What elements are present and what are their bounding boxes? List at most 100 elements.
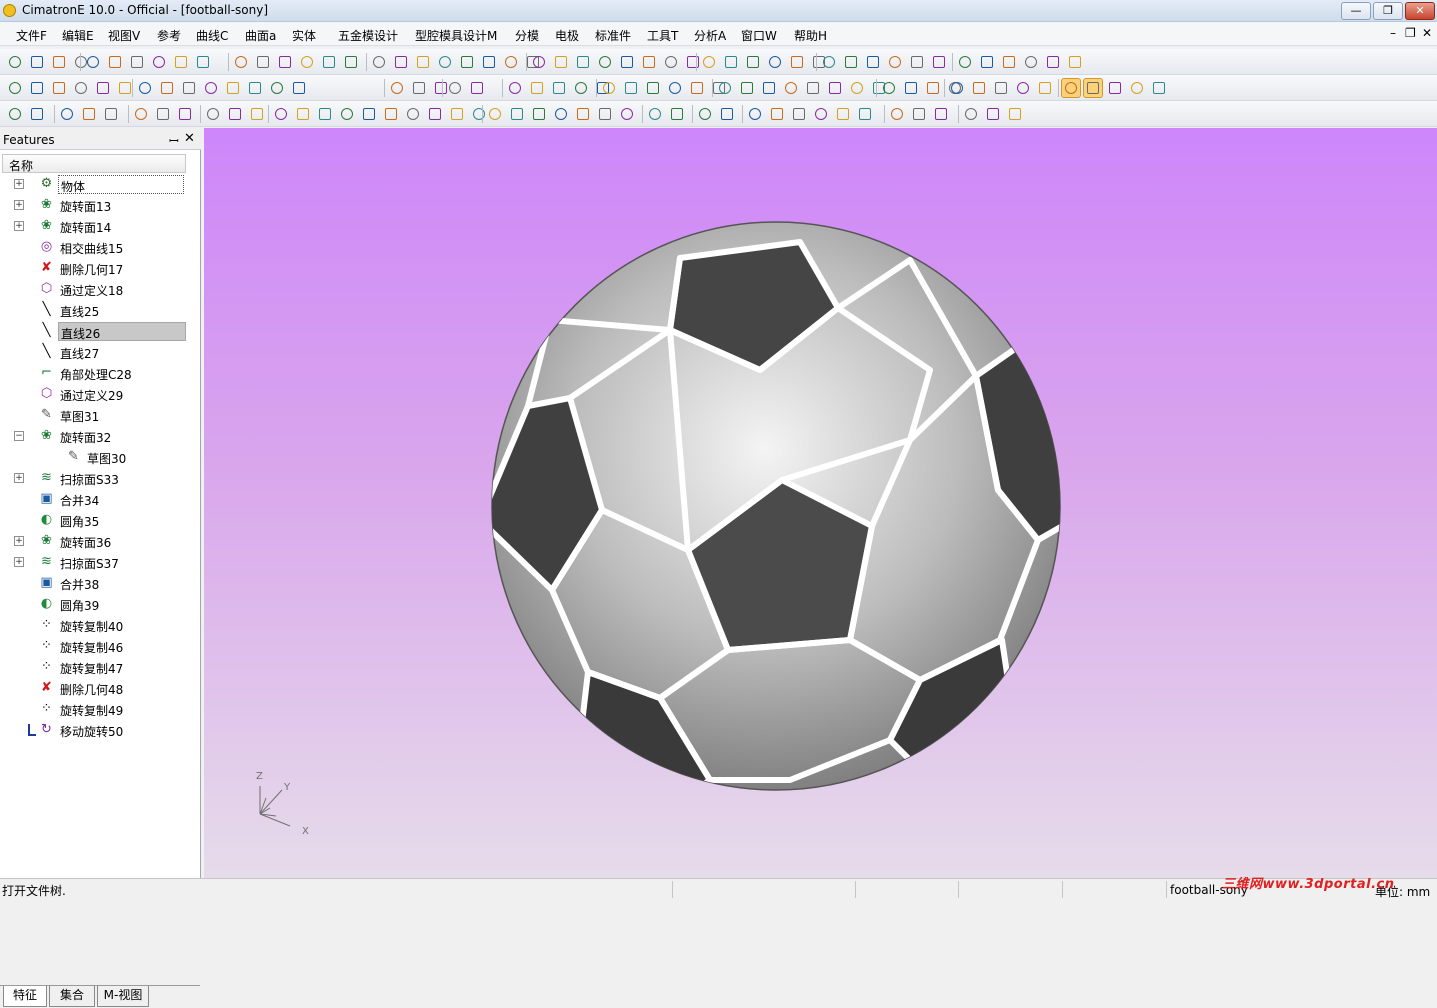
toolbar-tool-icon[interactable] bbox=[880, 79, 898, 97]
mdi-minimize-button[interactable]: – bbox=[1390, 26, 1396, 40]
toolbar-tool-icon[interactable] bbox=[782, 79, 800, 97]
toolbar-tool-icon[interactable] bbox=[902, 79, 920, 97]
toolbar-tool-icon[interactable] bbox=[246, 79, 264, 97]
toolbar-tool-icon[interactable] bbox=[746, 105, 764, 123]
menu-mold-design[interactable]: 型腔模具设计M bbox=[415, 27, 497, 44]
toolbar-tool-icon[interactable] bbox=[744, 53, 762, 71]
toolbar-tool-icon[interactable] bbox=[760, 79, 778, 97]
toolbar-tool-icon[interactable] bbox=[788, 53, 806, 71]
tree-node[interactable]: ╲ 直线26 bbox=[0, 321, 200, 342]
tree-node[interactable]: + ≋ 扫掠面S33 bbox=[0, 468, 200, 489]
toolbar-tool-icon[interactable] bbox=[700, 53, 718, 71]
toolbar-tool-icon[interactable] bbox=[572, 79, 590, 97]
toolbar-tool-icon[interactable] bbox=[848, 79, 866, 97]
toolbar-tool-icon[interactable] bbox=[1044, 53, 1062, 71]
tab-m-view[interactable]: M-视图 bbox=[97, 986, 149, 1007]
toolbar-tool-icon[interactable] bbox=[28, 53, 46, 71]
toolbar-tool-icon[interactable] bbox=[574, 53, 592, 71]
graphics-viewport[interactable]: Z Y X bbox=[204, 128, 1437, 880]
toolbar-tool-icon[interactable] bbox=[722, 53, 740, 71]
tree-node[interactable]: ╲ 直线25 bbox=[0, 300, 200, 321]
toolbar-tool-icon[interactable] bbox=[956, 53, 974, 71]
toolbar-tool-icon[interactable] bbox=[970, 79, 988, 97]
toolbar-tool-icon[interactable] bbox=[812, 105, 830, 123]
toolbar-tool-icon[interactable] bbox=[864, 53, 882, 71]
toolbar-tool-icon[interactable] bbox=[1036, 79, 1054, 97]
toolbar-tool-icon[interactable] bbox=[618, 105, 636, 123]
toolbar-tool-icon[interactable] bbox=[298, 53, 316, 71]
expand-icon[interactable]: + bbox=[14, 473, 24, 483]
toolbar-tool-icon[interactable] bbox=[458, 53, 476, 71]
toolbar-tool-icon[interactable] bbox=[172, 53, 190, 71]
tree-node[interactable]: ⁘ 旋转复制49 bbox=[0, 699, 200, 720]
toolbar-tool-icon[interactable] bbox=[94, 79, 112, 97]
toolbar-tool-icon[interactable] bbox=[646, 105, 664, 123]
toolbar-tool-icon[interactable] bbox=[102, 105, 120, 123]
toolbar-tool-icon[interactable] bbox=[962, 105, 980, 123]
toolbar-tool-icon[interactable] bbox=[718, 105, 736, 123]
toolbar-tool-icon[interactable] bbox=[1128, 79, 1146, 97]
toolbar-tool-icon[interactable] bbox=[738, 79, 756, 97]
toolbar-tool-icon[interactable] bbox=[294, 105, 312, 123]
toolbar-tool-icon[interactable] bbox=[248, 105, 266, 123]
expand-icon[interactable]: + bbox=[14, 200, 24, 210]
toolbar-tool-icon[interactable] bbox=[316, 105, 334, 123]
toolbar-tool-icon[interactable] bbox=[528, 79, 546, 97]
toolbar-tool-icon[interactable] bbox=[930, 53, 948, 71]
menu-edit[interactable]: 编辑E bbox=[62, 27, 94, 44]
toolbar-tool-icon[interactable] bbox=[176, 105, 194, 123]
tree-node[interactable]: + ≋ 扫掠面S37 bbox=[0, 552, 200, 573]
toolbar-tool-icon[interactable] bbox=[388, 79, 406, 97]
toolbar-tool-icon[interactable] bbox=[552, 105, 570, 123]
toolbar-tool-icon[interactable] bbox=[984, 105, 1002, 123]
toolbar-tool-icon[interactable] bbox=[426, 105, 444, 123]
menu-analysis[interactable]: 分析A bbox=[694, 27, 726, 44]
toolbar-tool-icon[interactable] bbox=[226, 105, 244, 123]
tree-node[interactable]: ╲ 直线27 bbox=[0, 342, 200, 363]
toolbar-tool-icon[interactable] bbox=[924, 79, 942, 97]
menu-standard-parts[interactable]: 标准件 bbox=[595, 27, 631, 44]
toolbar-tool-icon[interactable] bbox=[1014, 79, 1032, 97]
toolbar-tool-icon[interactable] bbox=[132, 105, 150, 123]
tree-node[interactable]: + ❀ 旋转面36 bbox=[0, 531, 200, 552]
toolbar-tool-icon[interactable] bbox=[842, 53, 860, 71]
toolbar-tool-icon[interactable] bbox=[382, 105, 400, 123]
toolbar-tool-icon[interactable] bbox=[596, 105, 614, 123]
toolbar-tool-icon[interactable] bbox=[84, 53, 102, 71]
toolbar-tool-icon[interactable] bbox=[480, 53, 498, 71]
expand-icon[interactable]: + bbox=[14, 179, 24, 189]
toolbar-tool-icon[interactable] bbox=[506, 79, 524, 97]
toolbar-tool-icon[interactable] bbox=[404, 105, 422, 123]
toolbar-tool-icon[interactable] bbox=[150, 53, 168, 71]
tree-node[interactable]: ▣ 合并34 bbox=[0, 489, 200, 510]
toolbar-tool-icon[interactable] bbox=[272, 105, 290, 123]
toolbar-tool-icon[interactable] bbox=[414, 53, 432, 71]
tree-node[interactable]: ⁘ 旋转复制47 bbox=[0, 657, 200, 678]
toolbar-tool-icon[interactable] bbox=[644, 79, 662, 97]
toolbar-tool-icon[interactable] bbox=[662, 53, 680, 71]
toolbar-tool-icon[interactable] bbox=[28, 105, 46, 123]
tree-node[interactable]: ◐ 圆角39 bbox=[0, 594, 200, 615]
toolbar-tool-icon[interactable] bbox=[596, 53, 614, 71]
toolbar-tool-icon[interactable] bbox=[688, 79, 706, 97]
expand-icon[interactable]: + bbox=[14, 221, 24, 231]
toolbar-tool-icon[interactable] bbox=[50, 79, 68, 97]
tree-node[interactable]: + ❀ 旋转面14 bbox=[0, 216, 200, 237]
menu-view[interactable]: 视图V bbox=[108, 27, 140, 44]
toolbar-tool-icon[interactable] bbox=[910, 105, 928, 123]
menu-window[interactable]: 窗口W bbox=[741, 27, 777, 44]
toolbar-tool-icon[interactable] bbox=[618, 53, 636, 71]
toolbar-tool-icon[interactable] bbox=[826, 79, 844, 97]
column-header-name[interactable]: 名称 bbox=[2, 154, 186, 173]
toolbar-tool-icon[interactable] bbox=[820, 53, 838, 71]
toolbar-tool-icon[interactable] bbox=[360, 105, 378, 123]
toolbar-tool-icon[interactable] bbox=[888, 105, 906, 123]
menu-file[interactable]: 文件F bbox=[16, 27, 47, 44]
tree-node[interactable]: ▣ 合并38 bbox=[0, 573, 200, 594]
toolbar-tool-icon[interactable] bbox=[446, 79, 464, 97]
toolbar-tool-icon[interactable] bbox=[338, 105, 356, 123]
toolbar-tool-icon[interactable] bbox=[136, 79, 154, 97]
toolbar-tool-icon[interactable] bbox=[948, 79, 966, 97]
menu-progressive-die[interactable]: 五金模设计 bbox=[338, 27, 398, 44]
pin-icon[interactable]: ꟷ bbox=[169, 132, 179, 149]
